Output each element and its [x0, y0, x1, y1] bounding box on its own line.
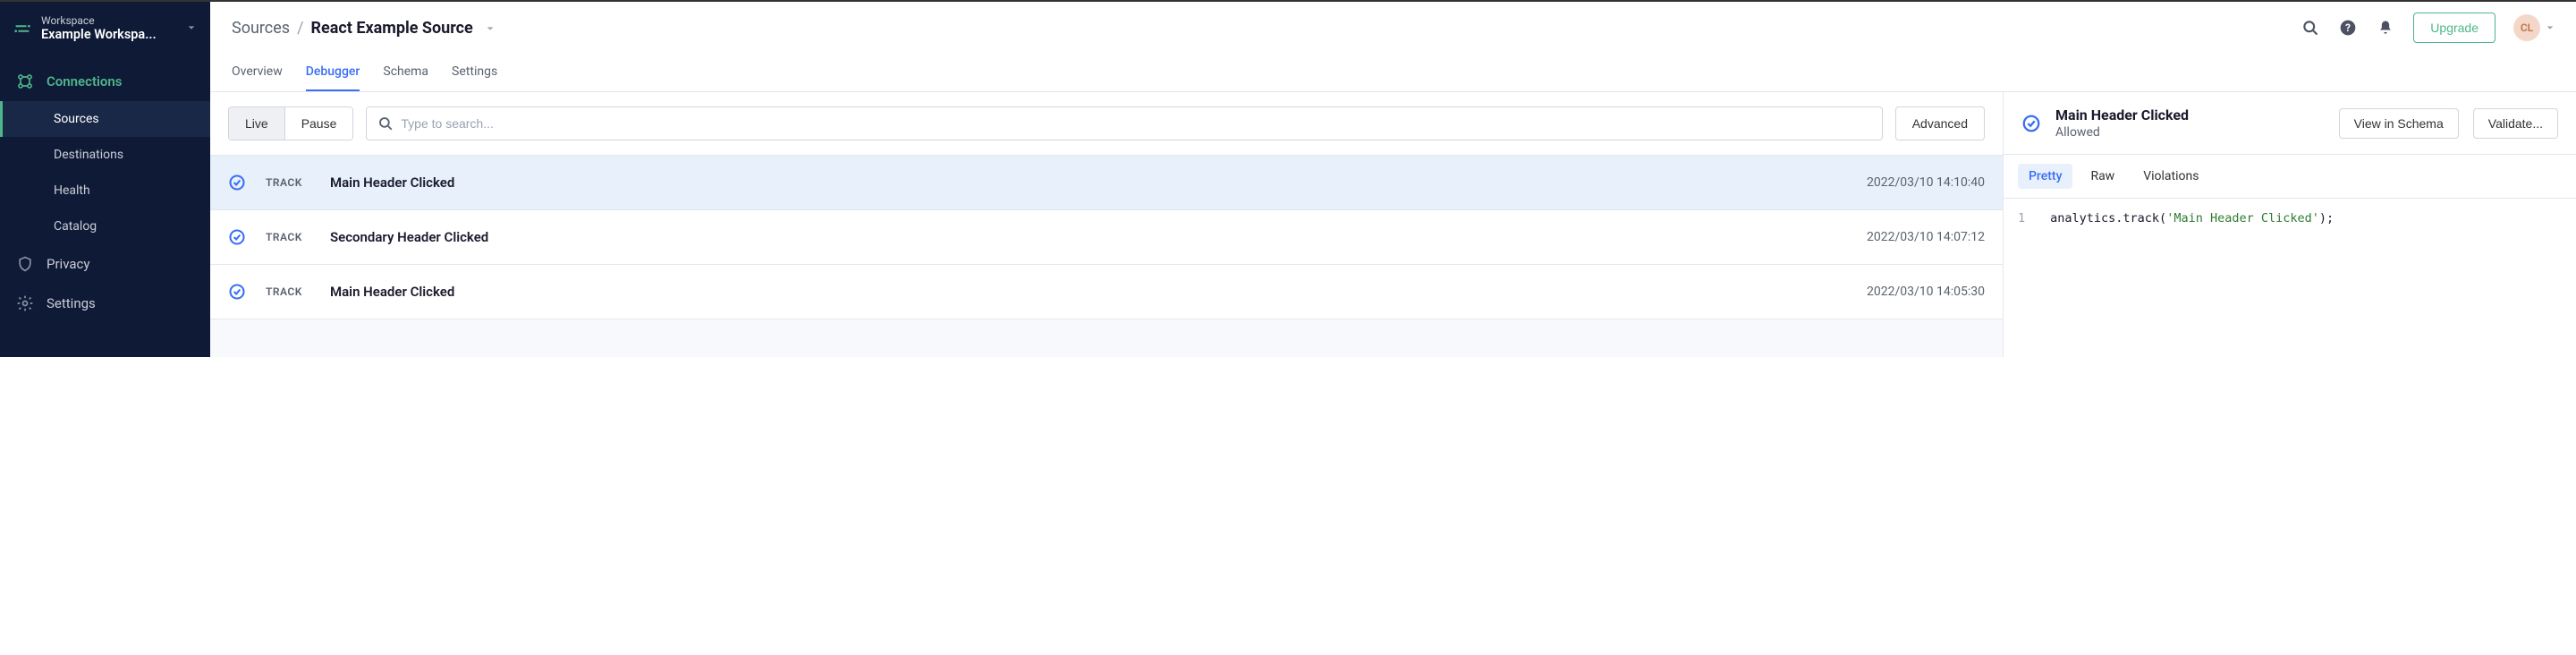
- event-name: Main Header Clicked: [330, 174, 1847, 191]
- event-row[interactable]: TRACK Main Header Clicked 2022/03/10 14:…: [210, 265, 2003, 319]
- breadcrumb-separator: /: [297, 19, 303, 38]
- event-name: Secondary Header Clicked: [330, 229, 1847, 245]
- live-pause-toggle: Live Pause: [228, 106, 353, 140]
- tab-settings[interactable]: Settings: [452, 54, 497, 91]
- event-type: TRACK: [266, 285, 310, 298]
- user-menu[interactable]: CL: [2513, 14, 2555, 41]
- code-line-number: 1: [2018, 211, 2025, 225]
- event-time: 2022/03/10 14:05:30: [1867, 285, 1985, 299]
- shield-icon: [16, 255, 34, 273]
- tab-debugger[interactable]: Debugger: [306, 54, 360, 91]
- event-time: 2022/03/10 14:10:40: [1867, 175, 1985, 190]
- event-row[interactable]: TRACK Secondary Header Clicked 2022/03/1…: [210, 210, 2003, 265]
- chevron-down-icon: [2546, 23, 2555, 32]
- sidebar: Workspace Example Workspa... Connections…: [0, 2, 210, 357]
- check-circle-icon: [228, 228, 246, 246]
- check-circle-icon: [228, 283, 246, 301]
- gear-icon: [16, 294, 34, 312]
- code-line: analytics.track('Main Header Clicked');: [2050, 211, 2334, 225]
- tab-schema[interactable]: Schema: [383, 54, 428, 91]
- upgrade-button[interactable]: Upgrade: [2413, 13, 2496, 43]
- workspace-name: Example Workspa...: [41, 27, 178, 42]
- advanced-button[interactable]: Advanced: [1895, 106, 1985, 140]
- event-time: 2022/03/10 14:07:12: [1867, 230, 1985, 244]
- tab-overview[interactable]: Overview: [232, 54, 283, 91]
- bell-icon[interactable]: [2376, 18, 2395, 38]
- live-button[interactable]: Live: [229, 107, 284, 140]
- source-dropdown-icon[interactable]: [486, 19, 495, 38]
- event-row[interactable]: TRACK Main Header Clicked 2022/03/10 14:…: [210, 156, 2003, 210]
- breadcrumb: Sources / React Example Source: [232, 19, 2292, 38]
- nav-sub-catalog[interactable]: Catalog: [0, 208, 210, 244]
- help-icon[interactable]: ?: [2338, 18, 2358, 38]
- event-type: TRACK: [266, 231, 310, 243]
- pause-button[interactable]: Pause: [284, 107, 353, 140]
- validate-button[interactable]: Validate...: [2473, 108, 2558, 139]
- nav-privacy[interactable]: Privacy: [0, 244, 210, 284]
- event-list-pane: Live Pause Advanced TRACK Main Header Cl…: [210, 92, 2004, 357]
- topbar: Sources / React Example Source ? Upgrade: [210, 2, 2576, 54]
- nav-label: Connections: [47, 73, 122, 89]
- nav-sub-destinations[interactable]: Destinations: [0, 137, 210, 173]
- detail-tab-pretty[interactable]: Pretty: [2018, 164, 2072, 189]
- event-name: Main Header Clicked: [330, 284, 1847, 300]
- nav-sub-sources[interactable]: Sources: [0, 101, 210, 137]
- event-type: TRACK: [266, 176, 310, 189]
- nav-label: Settings: [47, 295, 96, 311]
- check-circle-icon: [2021, 114, 2041, 133]
- segment-logo-icon: [13, 19, 32, 38]
- view-schema-button[interactable]: View in Schema: [2339, 108, 2459, 139]
- search-icon: [377, 115, 394, 132]
- check-circle-icon: [228, 174, 246, 191]
- svg-text:?: ?: [2345, 21, 2351, 34]
- search-icon[interactable]: [2301, 18, 2320, 38]
- nav-sub-health[interactable]: Health: [0, 173, 210, 208]
- search-input[interactable]: [394, 107, 1870, 140]
- breadcrumb-current: React Example Source: [311, 19, 473, 38]
- detail-title: Main Header Clicked: [2055, 106, 2325, 123]
- detail-tab-violations[interactable]: Violations: [2132, 164, 2209, 189]
- avatar: CL: [2513, 14, 2540, 41]
- source-tabs: Overview Debugger Schema Settings: [210, 54, 2576, 92]
- workspace-selector[interactable]: Workspace Example Workspa...: [0, 2, 210, 55]
- detail-tab-raw[interactable]: Raw: [2080, 164, 2125, 189]
- event-detail-pane: Main Header Clicked Allowed View in Sche…: [2004, 92, 2576, 357]
- breadcrumb-root[interactable]: Sources: [232, 19, 290, 38]
- detail-status: Allowed: [2055, 125, 2325, 140]
- connections-icon: [16, 72, 34, 90]
- detail-tabs: Pretty Raw Violations: [2004, 155, 2576, 199]
- nav-label: Privacy: [47, 256, 89, 272]
- chevron-down-icon: [187, 21, 196, 36]
- search-field-wrap: [366, 106, 1882, 140]
- code-view: 1 analytics.track('Main Header Clicked')…: [2004, 199, 2576, 238]
- workspace-label: Workspace: [41, 14, 178, 27]
- nav-connections[interactable]: Connections: [0, 62, 210, 101]
- nav-settings[interactable]: Settings: [0, 284, 210, 323]
